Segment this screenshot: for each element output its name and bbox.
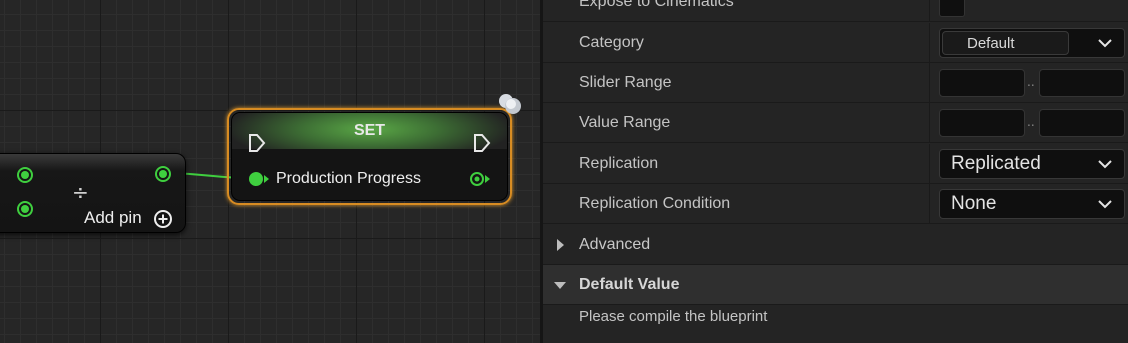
chevron-down-icon[interactable]	[1098, 158, 1112, 170]
set-node[interactable]: SET Production Progress	[231, 112, 508, 201]
slider-range-max-input[interactable]	[1039, 69, 1125, 97]
category-text-field[interactable]: Default	[942, 31, 1069, 55]
chevron-down-icon[interactable]	[1098, 37, 1112, 49]
exec-in-icon[interactable]	[248, 133, 266, 153]
triangle-down-icon[interactable]	[553, 278, 567, 292]
column-divider	[929, 184, 930, 223]
value-range-max-input[interactable]	[1039, 109, 1125, 137]
compile-message: Please compile the blueprint	[579, 308, 768, 325]
category-value: Default	[967, 35, 1015, 52]
row-value-range: Value Range ..	[543, 103, 1128, 143]
default-value-section-label[interactable]: Default Value	[579, 276, 679, 294]
row-expose-to-cinematics: Expose to Cinematics	[543, 0, 1128, 22]
category-label: Category	[579, 34, 644, 51]
input-pin-a[interactable]	[17, 167, 33, 183]
add-pin-label[interactable]: Add pin	[84, 208, 142, 228]
triangle-right-icon[interactable]	[553, 238, 567, 252]
chevron-down-icon[interactable]	[1098, 198, 1112, 210]
row-replication: Replication Replicated	[543, 144, 1128, 184]
value-range-label: Value Range	[579, 114, 671, 131]
replication-dropdown[interactable]: Replicated	[939, 149, 1125, 179]
input-pin-b[interactable]	[17, 201, 33, 217]
replication-condition-dropdown[interactable]: None	[939, 189, 1125, 219]
replication-value: Replicated	[951, 153, 1041, 174]
expose-to-cinematics-label: Expose to Cinematics	[579, 0, 734, 10]
exec-out-icon[interactable]	[473, 133, 491, 153]
output-pin[interactable]	[155, 166, 171, 182]
replication-condition-value: None	[951, 193, 997, 214]
comment-bubble-icon[interactable]	[497, 92, 525, 118]
slider-range-min-input[interactable]	[939, 69, 1025, 97]
section-default-value[interactable]: Default Value	[543, 265, 1128, 305]
value-range-separator: ..	[1027, 115, 1035, 129]
column-divider	[929, 23, 930, 62]
blueprint-graph[interactable]: ÷ Add pin SET Production Progress	[0, 0, 540, 343]
row-slider-range: Slider Range ..	[543, 63, 1128, 103]
data-out-pin-icon[interactable]	[469, 171, 491, 187]
slider-range-label: Slider Range	[579, 74, 672, 91]
category-combo[interactable]: Default	[939, 28, 1125, 58]
divide-node[interactable]: ÷ Add pin	[0, 153, 186, 233]
section-advanced[interactable]: Advanced	[543, 225, 1128, 265]
replication-condition-label: Replication Condition	[579, 195, 731, 212]
set-node-header: SET	[232, 113, 507, 149]
divide-icon: ÷	[72, 180, 89, 204]
column-divider	[929, 103, 930, 142]
replication-label: Replication	[579, 155, 659, 172]
data-in-pin-icon[interactable]	[248, 171, 270, 187]
column-divider	[929, 144, 930, 183]
set-variable-label: Production Progress	[276, 170, 421, 187]
plus-circle-icon[interactable]	[153, 209, 173, 229]
expose-to-cinematics-checkbox[interactable]	[939, 0, 965, 17]
details-panel: Expose to Cinematics Category Default Sl…	[540, 0, 1128, 343]
set-node-title: SET	[353, 122, 386, 139]
row-category: Category Default	[543, 23, 1128, 63]
advanced-section-label[interactable]: Advanced	[579, 236, 650, 254]
value-range-min-input[interactable]	[939, 109, 1025, 137]
column-divider	[929, 63, 930, 102]
slider-range-separator: ..	[1027, 75, 1035, 89]
row-replication-condition: Replication Condition None	[543, 184, 1128, 224]
column-divider	[929, 0, 930, 21]
